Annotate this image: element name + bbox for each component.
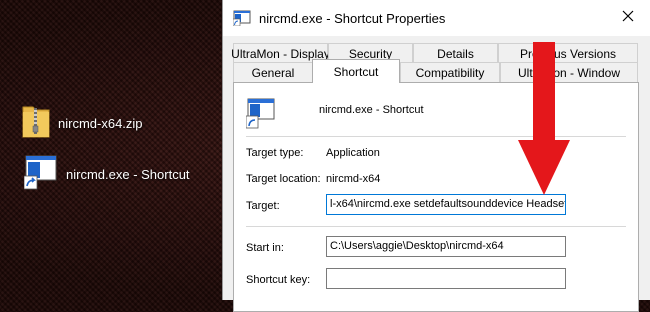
shortcut-tab-panel: nircmd.exe - Shortcut Target type: Appli… — [233, 82, 639, 312]
title-bar: nircmd.exe - Shortcut Properties — [223, 0, 650, 36]
target-type-value: Application — [326, 147, 380, 159]
tab-label: General — [251, 66, 295, 80]
window-app-icon — [233, 10, 251, 26]
tab-label: Compatibility — [415, 66, 485, 80]
close-icon — [622, 9, 634, 27]
divider — [246, 226, 626, 227]
tab-details[interactable]: Details — [413, 43, 498, 64]
shortcut-key-label: Shortcut key: — [246, 274, 311, 286]
desktop-shortcut-label: nircmd.exe - Shortcut — [66, 167, 190, 182]
shortcut-file-icon — [245, 97, 276, 134]
target-type-label: Target type: — [246, 147, 304, 159]
tab-general[interactable]: General — [233, 62, 313, 83]
start-in-label: Start in: — [246, 242, 284, 254]
desktop-zip-item[interactable]: nircmd-x64.zip — [22, 104, 143, 143]
tab-label: Shortcut — [333, 64, 379, 79]
close-button[interactable] — [612, 4, 644, 32]
target-input[interactable]: l-x64\nircmd.exe setdefaultsounddevice H… — [326, 194, 566, 215]
shortcut-name: nircmd.exe - Shortcut — [319, 104, 424, 116]
properties-window: nircmd.exe - Shortcut Properties UltraMo… — [222, 0, 650, 312]
target-label: Target: — [246, 200, 280, 212]
desktop-zip-label: nircmd-x64.zip — [58, 116, 143, 131]
zip-folder-icon — [22, 104, 50, 143]
target-location-label: Target location: — [246, 173, 321, 185]
tab-label: Details — [437, 47, 474, 61]
tab-shortcut[interactable]: Shortcut — [312, 59, 400, 83]
start-in-input[interactable]: C:\Users\aggie\Desktop\nircmd-x64 — [326, 236, 566, 257]
red-arrow-annotation — [518, 42, 570, 195]
window-title: nircmd.exe - Shortcut Properties — [259, 10, 446, 26]
tab-compatibility[interactable]: Compatibility — [400, 62, 500, 83]
desktop-shortcut-item[interactable]: nircmd.exe - Shortcut — [23, 154, 190, 195]
shortcut-app-icon — [23, 154, 58, 195]
target-location-value: nircmd-x64 — [326, 173, 381, 185]
shortcut-key-input[interactable] — [326, 268, 566, 289]
